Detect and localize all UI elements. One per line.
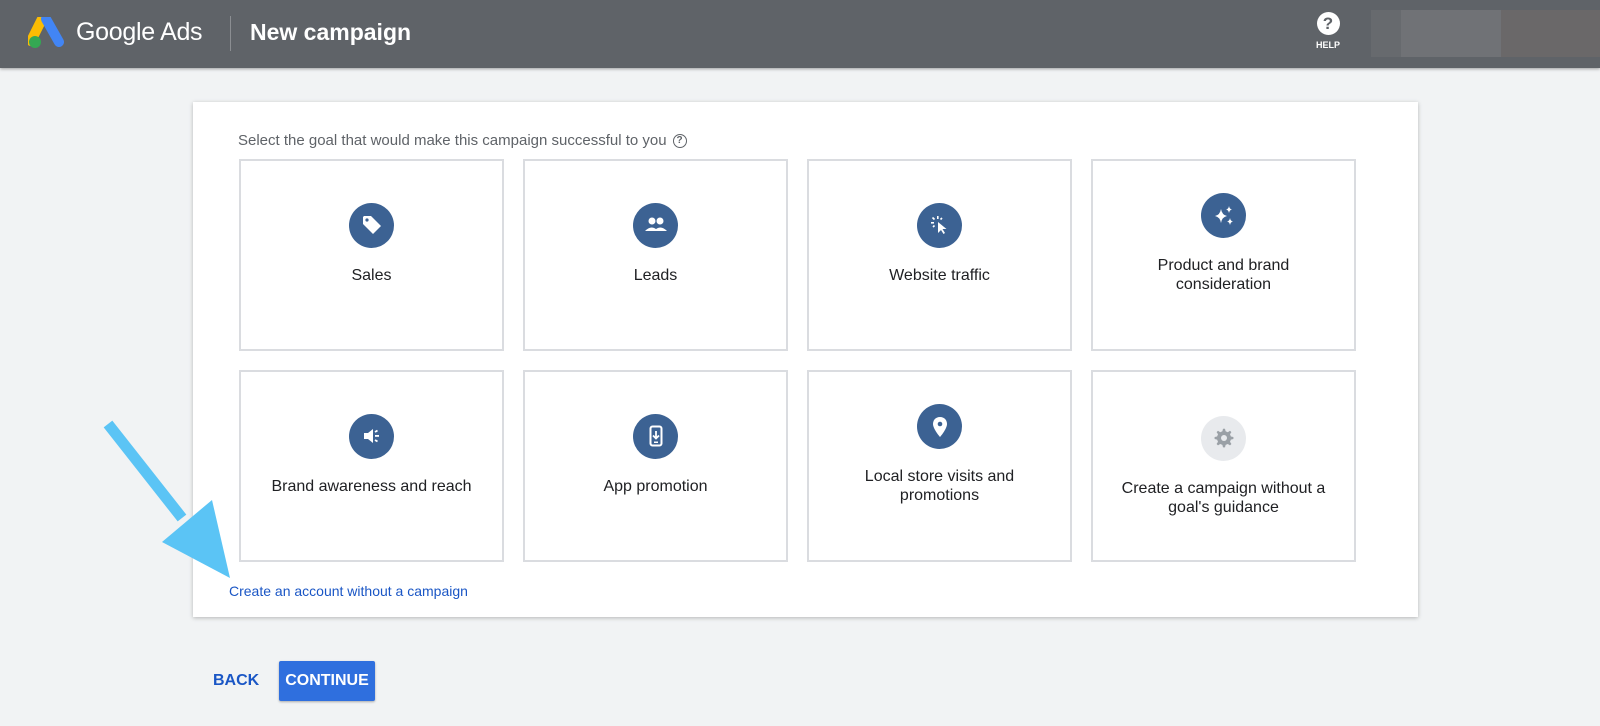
help-label: HELP	[1315, 40, 1340, 50]
annotation-arrow-icon	[103, 420, 230, 578]
help-icon: ?	[1316, 12, 1340, 35]
back-button[interactable]: BACK	[213, 672, 259, 690]
goal-label: App promotion	[603, 477, 708, 495]
goal-label: Product and brand consideration	[1157, 257, 1290, 293]
goal-label: Create a campaign without a goal's guida…	[1121, 479, 1326, 516]
cursor-click-icon	[917, 202, 962, 248]
goal-selection-panel: Select the goal that would make this cam…	[193, 102, 1418, 617]
continue-button[interactable]: CONTINUE	[279, 661, 375, 701]
account-info-redacted[interactable]	[1371, 10, 1401, 57]
goal-label: Leads	[633, 266, 678, 284]
gear-icon	[1201, 415, 1246, 461]
header-divider	[230, 16, 231, 51]
goal-card-app-promotion[interactable]: App promotion	[523, 370, 788, 562]
goal-grid: Sales Leads Website traffic Product and …	[239, 159, 1356, 562]
goal-label: Sales	[351, 266, 392, 284]
goal-label: Local store visits and promotions	[864, 468, 1015, 504]
goal-card-product-brand-consideration[interactable]: Product and brand consideration	[1091, 159, 1356, 351]
phone-download-icon	[633, 413, 678, 459]
goal-card-website-traffic[interactable]: Website traffic	[807, 159, 1072, 351]
account-info-redacted[interactable]	[1501, 10, 1600, 57]
goal-card-local-store-visits[interactable]: Local store visits and promotions	[807, 370, 1072, 562]
goal-prompt: Select the goal that would make this cam…	[238, 132, 687, 149]
people-icon	[633, 202, 678, 248]
goal-card-brand-awareness[interactable]: Brand awareness and reach	[239, 370, 504, 562]
account-info-redacted[interactable]	[1401, 10, 1501, 57]
top-app-bar: Google Ads New campaign ? HELP	[0, 0, 1600, 68]
goal-card-sales[interactable]: Sales	[239, 159, 504, 351]
page-title: New campaign	[250, 19, 412, 45]
help-button[interactable]: ? HELP	[1310, 12, 1346, 50]
goal-card-no-guidance[interactable]: Create a campaign without a goal's guida…	[1091, 370, 1356, 562]
tag-icon	[349, 202, 394, 248]
goal-prompt-text: Select the goal that would make this cam…	[238, 132, 667, 149]
sparkle-icon	[1201, 193, 1246, 238]
google-ads-logo-icon	[28, 17, 64, 48]
megaphone-icon	[349, 413, 394, 459]
create-account-without-campaign-link[interactable]: Create an account without a campaign	[229, 583, 468, 599]
goal-card-leads[interactable]: Leads	[523, 159, 788, 351]
location-pin-icon	[917, 404, 962, 449]
goal-label: Brand awareness and reach	[271, 477, 472, 495]
brand-name: Google Ads	[76, 18, 203, 46]
question-help-icon[interactable]: ?	[672, 134, 687, 148]
goal-label: Website traffic	[889, 266, 990, 284]
